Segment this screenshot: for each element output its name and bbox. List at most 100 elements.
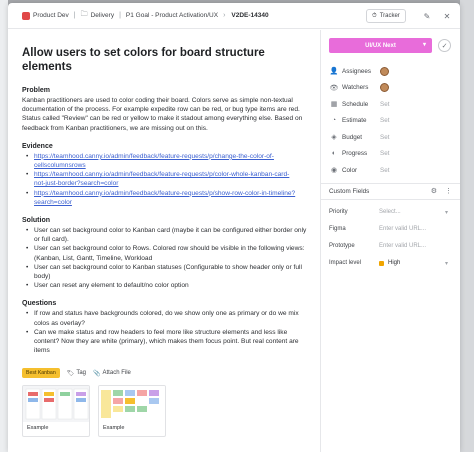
field-label: Budget — [342, 133, 362, 141]
field-watchers[interactable]: 👁 Watchers — [329, 80, 452, 97]
task-title[interactable]: Allow users to set colors for board stru… — [22, 46, 310, 74]
evidence-link[interactable]: https://teamhood.canny.io/admin/feedback… — [22, 170, 310, 188]
custom-field-label: Priority — [329, 209, 348, 215]
add-tag-button[interactable]: 🏷 Tag — [67, 370, 86, 377]
paperclip-icon: 📎 — [93, 370, 101, 377]
status-row: UI/UX Next ▾ ✓ — [329, 38, 452, 53]
space-icon — [22, 11, 30, 20]
impact-level-select[interactable]: High ▾ — [379, 260, 452, 267]
problem-text: Kanban practitioners are used to color c… — [22, 97, 303, 132]
breadcrumb-list[interactable]: P1 Goal - Product Activation/UX — [126, 12, 218, 19]
avatar[interactable] — [380, 83, 389, 93]
attachment-thumbnail[interactable]: Example — [22, 385, 90, 438]
field-assignees[interactable]: 👤 Assignees — [329, 63, 452, 80]
list-item: User can reset any element to default/no… — [22, 281, 310, 290]
priority-select[interactable]: Select... ▾ — [379, 209, 452, 216]
breadcrumb-folder[interactable]: 🗀 Delivery — [81, 10, 114, 21]
field-color[interactable]: ◉ Color Set — [329, 162, 452, 179]
custom-field-value: High — [388, 260, 401, 266]
field-value: Set — [380, 100, 390, 108]
tag-pill[interactable]: Best Kanban — [22, 368, 60, 379]
attachment-preview-image — [99, 386, 165, 423]
breadcrumb-space-label: Product Dev — [33, 12, 69, 19]
custom-fields-heading: Custom Fields — [329, 187, 370, 195]
questions-heading: Questions — [22, 300, 57, 308]
folder-icon: 🗀 — [80, 11, 88, 18]
background-app-rail — [0, 0, 8, 452]
evidence-link[interactable]: https://teamhood.canny.io/admin/feedback… — [22, 189, 310, 207]
problem-heading: Problem — [22, 87, 51, 94]
field-label: Schedule — [342, 100, 369, 108]
custom-field-value: Enter valid URL... — [379, 226, 427, 232]
figma-url-input[interactable]: Enter valid URL... — [379, 226, 452, 232]
attachments: Example Example — [22, 385, 310, 438]
questions-list: If row and status have backgrounds color… — [22, 309, 310, 355]
evidence-link[interactable]: https://teamhood.canny.io/admin/feedback… — [22, 152, 310, 170]
close-icon[interactable]: ✕ — [440, 9, 454, 23]
field-value: Set — [380, 133, 390, 141]
chevron-down-icon: ▾ — [444, 209, 448, 216]
budget-icon: ◈ — [331, 134, 337, 142]
tracker-label: Tracker — [379, 13, 400, 19]
edit-icon[interactable]: ✎ — [420, 9, 434, 23]
breadcrumb-space[interactable]: Product Dev — [22, 11, 69, 20]
field-value: Set — [380, 166, 390, 174]
person-icon: 👤 — [329, 68, 339, 76]
custom-field-figma[interactable]: Figma Enter valid URL... — [329, 221, 452, 238]
more-icon[interactable]: ⋮ — [445, 187, 452, 195]
field-label: Assignees — [342, 67, 372, 75]
list-item: If row and status have backgrounds color… — [22, 309, 310, 327]
ticket-id: V2DE-14340 — [231, 12, 269, 19]
breadcrumb-separator: | — [119, 12, 121, 19]
custom-field-value: Select... — [379, 209, 401, 215]
status-dropdown[interactable]: UI/UX Next ▾ — [329, 38, 432, 53]
impact-color-swatch — [379, 260, 384, 266]
attach-file-label: Attach File — [102, 370, 131, 377]
breadcrumb-separator: | — [73, 12, 76, 19]
attachment-label: Example — [103, 425, 125, 432]
status-label: UI/UX Next — [365, 42, 396, 49]
attach-file-button[interactable]: 📎 Attach File — [93, 370, 131, 377]
tag-icon: 🏷 — [66, 370, 75, 377]
background-scroll-area — [460, 0, 474, 452]
list-item: Can we make status and row headers to fe… — [22, 328, 310, 356]
task-content: Allow users to set colors for board stru… — [8, 30, 320, 452]
breadcrumb-folder-label: Delivery — [90, 12, 115, 19]
clock-icon: ◔ — [331, 117, 337, 125]
field-label: Progress — [342, 150, 368, 158]
custom-field-label: Figma — [329, 226, 346, 232]
attachment-preview-image — [23, 386, 89, 423]
prototype-url-input[interactable]: Enter valid URL... — [379, 243, 452, 249]
complete-check-button[interactable]: ✓ — [438, 39, 451, 52]
modal-header: Product Dev | 🗀 Delivery | P1 Goal - Pro… — [8, 3, 460, 29]
chevron-down-icon: ▾ — [422, 42, 426, 48]
stopwatch-icon: ⏱ — [372, 12, 377, 19]
breadcrumb-list-label: P1 Goal - Product Activation/UX — [125, 12, 219, 19]
add-tag-label: Tag — [76, 370, 87, 377]
avatar[interactable] — [380, 66, 389, 76]
attachment-label: Example — [27, 425, 49, 432]
evidence-heading: Evidence — [22, 142, 53, 150]
gear-icon[interactable]: ⚙ — [431, 187, 437, 195]
field-value: Set — [380, 117, 390, 125]
custom-field-label: Prototype — [329, 243, 355, 249]
palette-icon: ◉ — [330, 167, 338, 175]
field-value: Set — [380, 150, 390, 158]
attachment-thumbnail[interactable]: Example — [98, 385, 166, 438]
field-label: Estimate — [342, 117, 367, 125]
field-budget[interactable]: ◈ Budget Set — [329, 129, 452, 146]
custom-fields-actions: ⚙ ⋮ — [431, 187, 452, 195]
list-item: User can set background color to Kanban … — [22, 263, 310, 281]
progress-icon: ◐ — [331, 150, 337, 158]
custom-field-priority[interactable]: Priority Select... ▾ — [329, 204, 452, 221]
field-schedule[interactable]: ▦ Schedule Set — [329, 96, 452, 113]
eye-icon: 👁 — [329, 84, 339, 92]
custom-field-impact-level[interactable]: Impact level High ▾ — [329, 255, 452, 272]
field-estimate[interactable]: ◔ Estimate Set — [329, 113, 452, 130]
field-label: Watchers — [342, 84, 369, 92]
custom-fields-header: Custom Fields ⚙ ⋮ — [321, 182, 460, 200]
field-progress[interactable]: ◐ Progress Set — [329, 146, 452, 163]
custom-field-prototype[interactable]: Prototype Enter valid URL... — [329, 238, 452, 255]
tracker-button[interactable]: ⏱ Tracker — [366, 9, 406, 23]
task-modal: Product Dev | 🗀 Delivery | P1 Goal - Pro… — [8, 3, 460, 452]
